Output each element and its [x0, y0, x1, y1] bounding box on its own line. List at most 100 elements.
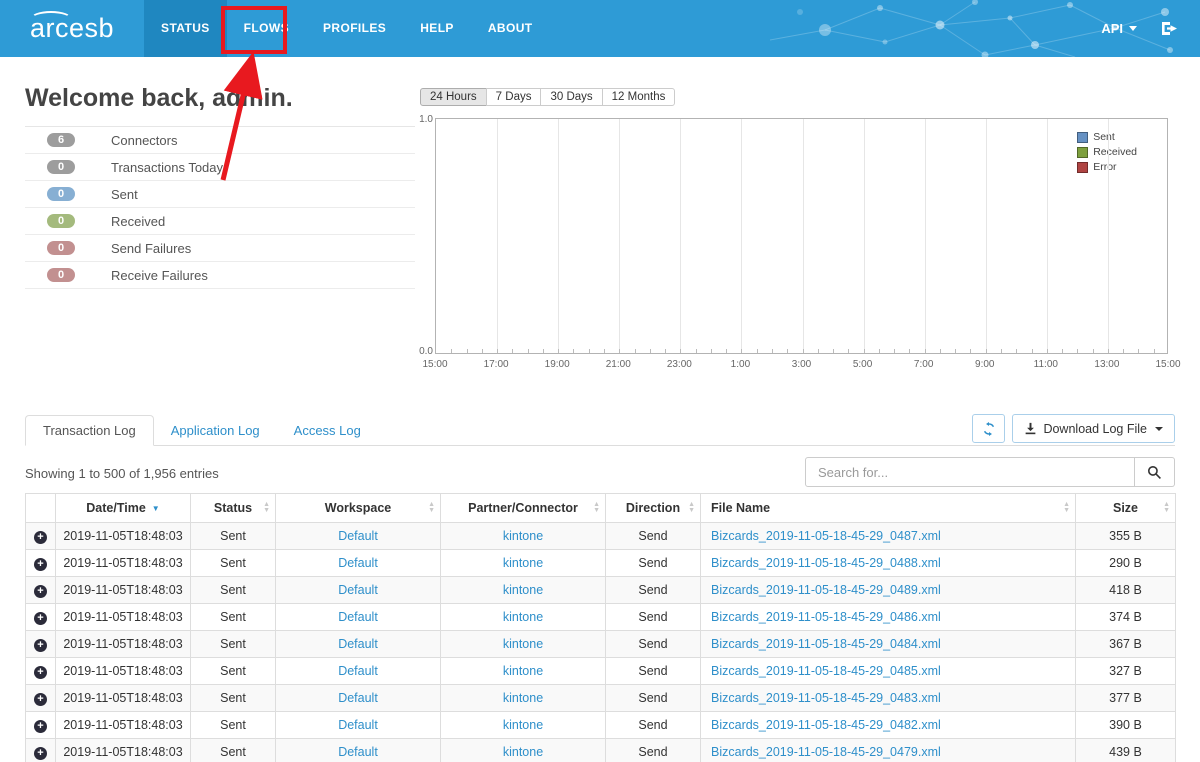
tab-application-log[interactable]: Application Log [154, 416, 277, 445]
expand-row-button[interactable]: + [34, 611, 47, 625]
column-header-direction[interactable]: Direction ▲ ▼ [605, 493, 701, 523]
legend-swatch [1077, 161, 1089, 173]
workspace-link[interactable]: Default [338, 718, 378, 732]
partner-connector-link[interactable]: kintone [503, 691, 543, 705]
partner-connector-link[interactable]: kintone [503, 583, 543, 597]
cell-workspace: Default [275, 684, 441, 712]
file-name-link[interactable]: Bizcards_2019-11-05-18-45-29_0482.xml [711, 718, 941, 732]
cell-date: 2019-11-05T18:48:03 [55, 684, 191, 712]
cell-expand: + [25, 603, 56, 631]
column-header-date-time[interactable]: Date/Time ▼ [55, 493, 191, 523]
file-name-link[interactable]: Bizcards_2019-11-05-18-45-29_0479.xml [711, 745, 941, 759]
download-log-file-button[interactable]: Download Log File [1012, 414, 1175, 443]
workspace-link[interactable]: Default [338, 529, 378, 543]
cell-file-name: Bizcards_2019-11-05-18-45-29_0486.xml [700, 603, 1076, 631]
cell-direction: Send [605, 522, 701, 550]
search-button[interactable] [1135, 457, 1175, 487]
partner-connector-link[interactable]: kintone [503, 556, 543, 570]
tab-transaction-log[interactable]: Transaction Log [25, 415, 154, 446]
nav-item-status[interactable]: STATUS [144, 0, 227, 57]
x-axis-tick [817, 349, 819, 353]
nav-item-profiles[interactable]: PROFILES [306, 0, 403, 57]
table-row: +2019-11-05T18:48:03 Sent Default kintone Se… [25, 711, 1176, 739]
x-axis-tick [710, 349, 712, 353]
column-header-label: Workspace [324, 501, 392, 515]
cell-size: 377 B [1075, 684, 1176, 712]
x-axis-tick [787, 349, 789, 353]
column-header-label: Partner/Connector [468, 501, 578, 515]
x-axis-tick [451, 349, 453, 353]
cell-partner: kintone [440, 522, 606, 550]
cell-size: 374 B [1075, 603, 1176, 631]
column-header-status[interactable]: Status ▲ ▼ [190, 493, 276, 523]
cell-date: 2019-11-05T18:48:03 [55, 738, 191, 762]
range-button-12-months[interactable]: 12 Months [601, 88, 676, 106]
cell-file-name: Bizcards_2019-11-05-18-45-29_0488.xml [700, 549, 1076, 577]
expand-row-button[interactable]: + [34, 638, 47, 652]
stat-label: Sent [111, 186, 138, 202]
workspace-link[interactable]: Default [338, 691, 378, 705]
expand-row-button[interactable]: + [34, 719, 47, 733]
cell-expand: + [25, 738, 56, 762]
legend-label: Error [1093, 161, 1117, 173]
x-axis-tick [1138, 349, 1140, 353]
search-group [805, 457, 1175, 487]
table-row: +2019-11-05T18:48:03 Sent Default kintone Se… [25, 684, 1176, 712]
partner-connector-link[interactable]: kintone [503, 637, 543, 651]
range-button-7-days[interactable]: 7 Days [485, 88, 542, 106]
cell-direction: Send [605, 657, 701, 685]
expand-row-button[interactable]: + [34, 746, 47, 760]
workspace-link[interactable]: Default [338, 745, 378, 759]
cell-workspace: Default [275, 657, 441, 685]
expand-row-button[interactable]: + [34, 584, 47, 598]
workspace-link[interactable]: Default [338, 637, 378, 651]
nav-item-flows[interactable]: FLOWS [227, 0, 306, 57]
workspace-link[interactable]: Default [338, 583, 378, 597]
column-header-partner-connector[interactable]: Partner/Connector ▲ ▼ [440, 493, 606, 523]
cell-file-name: Bizcards_2019-11-05-18-45-29_0485.xml [700, 657, 1076, 685]
file-name-link[interactable]: Bizcards_2019-11-05-18-45-29_0483.xml [711, 691, 941, 705]
table-row: +2019-11-05T18:48:03 Sent Default kintone Se… [25, 549, 1176, 577]
range-button-30-days[interactable]: 30 Days [540, 88, 603, 106]
logout-button[interactable] [1161, 21, 1178, 36]
workspace-link[interactable]: Default [338, 664, 378, 678]
partner-connector-link[interactable]: kintone [503, 529, 543, 543]
api-dropdown[interactable]: API [1101, 21, 1137, 36]
x-axis-tick-label: 3:00 [791, 359, 812, 370]
expand-row-button[interactable]: + [34, 530, 47, 544]
nav-item-help[interactable]: HELP [403, 0, 471, 57]
workspace-link[interactable]: Default [338, 556, 378, 570]
partner-connector-link[interactable]: kintone [503, 718, 543, 732]
range-button-24-hours[interactable]: 24 Hours [420, 88, 487, 106]
x-axis-tick [1016, 349, 1018, 353]
refresh-button[interactable] [972, 414, 1006, 443]
workspace-link[interactable]: Default [338, 610, 378, 624]
tab-access-log[interactable]: Access Log [277, 416, 378, 445]
file-name-link[interactable]: Bizcards_2019-11-05-18-45-29_0489.xml [711, 583, 941, 597]
partner-connector-link[interactable]: kintone [503, 664, 543, 678]
column-header-workspace[interactable]: Workspace ▲ ▼ [275, 493, 441, 523]
file-name-link[interactable]: Bizcards_2019-11-05-18-45-29_0484.xml [711, 637, 941, 651]
file-name-link[interactable]: Bizcards_2019-11-05-18-45-29_0486.xml [711, 610, 941, 624]
x-axis-tick [939, 349, 941, 353]
search-input[interactable] [805, 457, 1135, 487]
sort-both-icon: ▲ ▼ [688, 501, 695, 514]
file-name-link[interactable]: Bizcards_2019-11-05-18-45-29_0488.xml [711, 556, 941, 570]
app-logo[interactable]: arcesb [30, 11, 114, 44]
cell-direction: Send [605, 738, 701, 762]
expand-row-button[interactable]: + [34, 557, 47, 571]
x-axis-tick [512, 349, 514, 353]
partner-connector-link[interactable]: kintone [503, 610, 543, 624]
nav-item-about[interactable]: ABOUT [471, 0, 550, 57]
column-header-size[interactable]: Size ▲ ▼ [1075, 493, 1176, 523]
file-name-link[interactable]: Bizcards_2019-11-05-18-45-29_0487.xml [711, 529, 941, 543]
cell-size: 390 B [1075, 711, 1176, 739]
expand-row-button[interactable]: + [34, 665, 47, 679]
expand-row-button[interactable]: + [34, 692, 47, 706]
partner-connector-link[interactable]: kintone [503, 745, 543, 759]
file-name-link[interactable]: Bizcards_2019-11-05-18-45-29_0485.xml [711, 664, 941, 678]
column-header-file-name[interactable]: File Name ▲ ▼ [700, 493, 1076, 523]
legend-swatch [1077, 146, 1089, 158]
x-axis-tick [833, 349, 835, 353]
table-header: Date/Time ▼ Status ▲ ▼ Workspace ▲ ▼ Partner/Con… [25, 493, 1176, 523]
